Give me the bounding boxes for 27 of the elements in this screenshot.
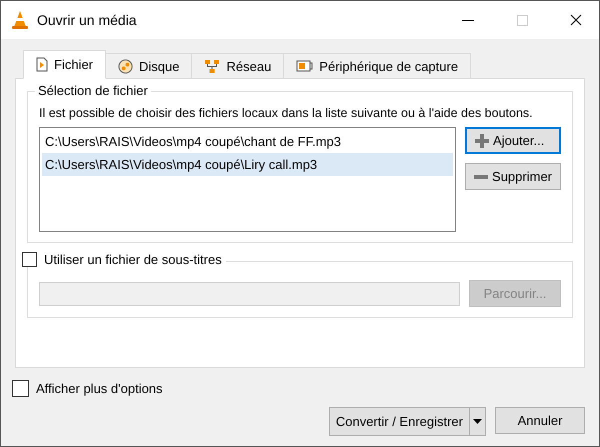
- checkbox-label: Utiliser un fichier de sous-titres: [44, 252, 222, 267]
- capture-card-icon: [296, 59, 314, 73]
- subtitle-path-field[interactable]: [39, 282, 460, 306]
- close-icon[interactable]: [570, 14, 582, 26]
- checkbox[interactable]: [12, 380, 29, 397]
- checkbox-label: Afficher plus d'options: [36, 381, 163, 396]
- add-button[interactable]: Ajouter...: [465, 127, 561, 154]
- description-text: Il est possible de choisir des fichiers locaux dans la liste suivante ou à l'aide des boutons.: [39, 106, 534, 120]
- tab-label: Fichier: [54, 57, 94, 72]
- tab-label: Périphérique de capture: [319, 58, 458, 74]
- tab-label: Disque: [139, 58, 180, 74]
- disc-icon: [118, 58, 134, 74]
- group-title: Sélection de fichier: [35, 83, 151, 98]
- tab-label: Réseau: [226, 58, 272, 74]
- cancel-button[interactable]: Annuler: [495, 407, 585, 434]
- remove-button[interactable]: Supprimer: [465, 163, 561, 190]
- network-icon: [204, 58, 220, 74]
- file-list[interactable]: C:\Users\RAIS\Videos\mp4 coupé\chant de FF.mp3 C:\Users\RAIS\Videos\mp4 coupé\Liry call.mp3: [39, 127, 456, 232]
- plus-icon: [475, 134, 490, 148]
- tab[interactable]: Périphérique de capture: [283, 53, 472, 79]
- file-list-item[interactable]: C:\Users\RAIS\Videos\mp4 coupé\chant de FF.mp3: [42, 130, 454, 153]
- window-title: Ouvrir un média: [37, 12, 138, 28]
- file-list-item[interactable]: C:\Users\RAIS\Videos\mp4 coupé\Liry call.mp3: [42, 153, 454, 176]
- caret-icon: [473, 419, 482, 424]
- file-icon: [36, 57, 48, 72]
- traffic-cone-icon: [11, 10, 29, 30]
- tab[interactable]: Fichier: [23, 50, 106, 79]
